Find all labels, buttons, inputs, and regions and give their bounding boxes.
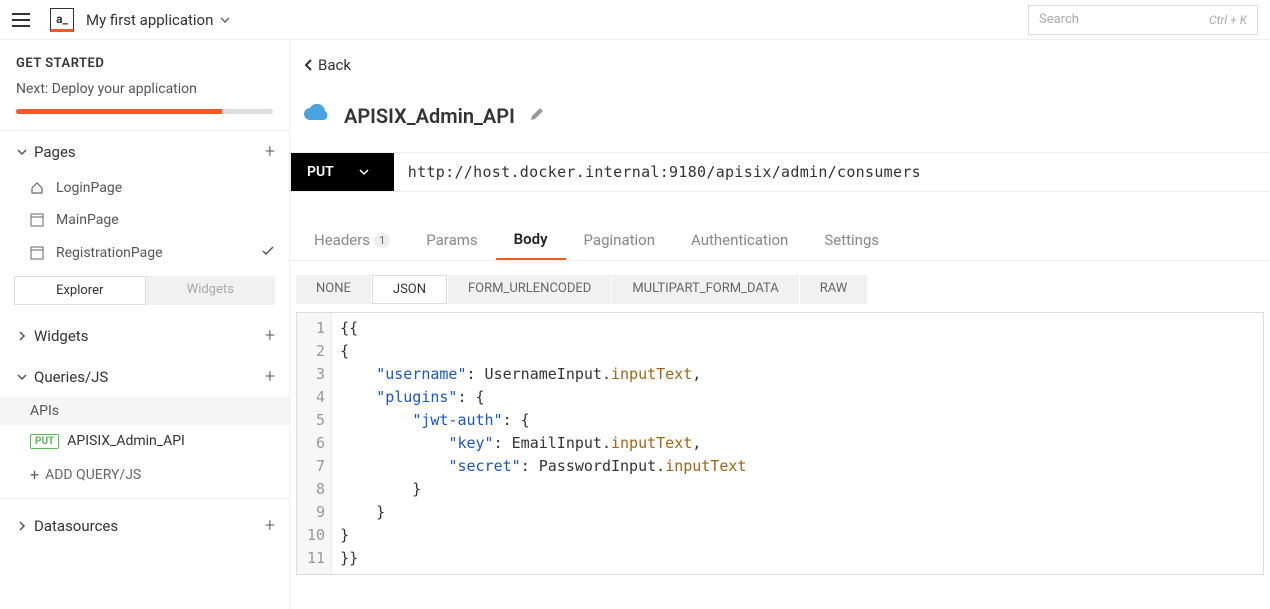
request-row: PUT http://host.docker.internal:9180/api… bbox=[290, 152, 1270, 192]
add-widget-button[interactable]: + bbox=[265, 325, 275, 346]
url-input[interactable]: http://host.docker.internal:9180/apisix/… bbox=[394, 153, 1270, 191]
get-started-title: GET STARTED bbox=[16, 56, 273, 71]
tab-label: Settings bbox=[824, 231, 879, 249]
section-pages[interactable]: Pages + bbox=[0, 131, 289, 172]
plus-icon: + bbox=[30, 465, 39, 484]
method-selector[interactable]: PUT bbox=[291, 153, 394, 191]
chevron-down-icon bbox=[14, 146, 30, 158]
home-icon bbox=[30, 181, 48, 195]
get-started-next[interactable]: Next: Deploy your application bbox=[16, 81, 273, 97]
tab-widgets[interactable]: Widgets bbox=[146, 276, 276, 305]
back-button[interactable]: Back bbox=[296, 56, 1270, 90]
app-selector[interactable]: My first application bbox=[86, 11, 231, 29]
body-tab-none[interactable]: NONE bbox=[296, 275, 371, 304]
menu-icon[interactable] bbox=[12, 9, 38, 31]
body-tab-json[interactable]: JSON bbox=[372, 275, 447, 304]
request-tabs: Headers 1 Params Body Pagination Authent… bbox=[290, 220, 1270, 261]
chevron-down-icon bbox=[358, 166, 370, 178]
chevron-right-icon bbox=[14, 330, 30, 342]
query-item-apisix[interactable]: PUT APISIX_Admin_API bbox=[0, 425, 289, 457]
method-badge: PUT bbox=[30, 434, 59, 449]
chevron-right-icon bbox=[14, 520, 30, 532]
page-label: LoginPage bbox=[56, 180, 122, 196]
section-widgets-label: Widgets bbox=[34, 327, 265, 345]
back-label: Back bbox=[318, 56, 351, 74]
page-label: MainPage bbox=[56, 212, 119, 228]
tab-count: 1 bbox=[374, 233, 390, 248]
tab-explorer[interactable]: Explorer bbox=[14, 276, 146, 305]
page-icon bbox=[30, 246, 48, 260]
body-tab-form[interactable]: FORM_URLENCODED bbox=[448, 275, 611, 304]
tab-label: Headers bbox=[314, 231, 370, 249]
content-area: Back APISIX_Admin_API PUT http://host.do… bbox=[290, 40, 1270, 609]
tab-settings[interactable]: Settings bbox=[806, 220, 897, 260]
method-label: PUT bbox=[307, 164, 334, 180]
check-icon bbox=[261, 244, 275, 262]
body-tab-multipart[interactable]: MULTIPART_FORM_DATA bbox=[612, 275, 798, 304]
section-queries-label: Queries/JS bbox=[34, 368, 265, 386]
page-item-main[interactable]: MainPage bbox=[0, 204, 289, 236]
query-group-apis[interactable]: APIs bbox=[0, 397, 289, 425]
tab-label: Pagination bbox=[584, 231, 655, 249]
add-page-button[interactable]: + bbox=[265, 141, 275, 162]
section-queries[interactable]: Queries/JS + bbox=[0, 356, 289, 397]
chevron-down-icon bbox=[219, 14, 231, 26]
page-label: RegistrationPage bbox=[56, 245, 163, 261]
edit-icon[interactable] bbox=[529, 106, 545, 126]
body-type-tabs: NONE JSON FORM_URLENCODED MULTIPART_FORM… bbox=[296, 275, 1264, 304]
topbar: a_ My first application Search Ctrl + K bbox=[0, 0, 1270, 40]
code-editor[interactable]: 1234567891011 {{ { "username": UsernameI… bbox=[296, 312, 1264, 575]
code-content[interactable]: {{ { "username": UsernameInput.inputText… bbox=[332, 313, 754, 574]
search-shortcut-hint: Ctrl + K bbox=[1209, 13, 1247, 27]
add-query-label: ADD QUERY/JS bbox=[45, 467, 141, 483]
section-datasources-label: Datasources bbox=[34, 517, 265, 535]
tab-label: Params bbox=[426, 231, 477, 249]
progress-bar bbox=[16, 109, 273, 114]
app-name-label: My first application bbox=[86, 11, 213, 29]
tab-label: Authentication bbox=[691, 231, 788, 249]
tab-params[interactable]: Params bbox=[408, 220, 495, 260]
tab-pagination[interactable]: Pagination bbox=[566, 220, 673, 260]
sidebar: GET STARTED Next: Deploy your applicatio… bbox=[0, 40, 290, 609]
page-title: APISIX_Admin_API bbox=[344, 104, 515, 128]
section-pages-label: Pages bbox=[34, 143, 265, 161]
chevron-down-icon bbox=[14, 371, 30, 383]
section-widgets[interactable]: Widgets + bbox=[0, 315, 289, 356]
tab-authentication[interactable]: Authentication bbox=[673, 220, 806, 260]
page-item-login[interactable]: LoginPage bbox=[0, 172, 289, 204]
tab-label: Body bbox=[514, 230, 548, 248]
query-name: APISIX_Admin_API bbox=[67, 433, 185, 449]
section-datasources[interactable]: Datasources + bbox=[0, 505, 289, 546]
add-query-button[interactable]: + bbox=[265, 366, 275, 387]
tab-headers[interactable]: Headers 1 bbox=[296, 220, 408, 260]
progress-fill bbox=[16, 109, 222, 114]
search-input[interactable]: Search Ctrl + K bbox=[1028, 5, 1258, 35]
tab-body[interactable]: Body bbox=[496, 220, 566, 260]
page-icon bbox=[30, 213, 48, 227]
get-started-panel: GET STARTED Next: Deploy your applicatio… bbox=[0, 40, 289, 131]
page-item-registration[interactable]: RegistrationPage bbox=[0, 236, 289, 270]
search-placeholder: Search bbox=[1039, 12, 1079, 27]
chevron-left-icon bbox=[302, 58, 316, 72]
line-gutter: 1234567891011 bbox=[297, 313, 332, 574]
body-tab-raw[interactable]: RAW bbox=[800, 275, 868, 304]
cloud-icon bbox=[302, 104, 330, 128]
explorer-widgets-tabs: Explorer Widgets bbox=[14, 276, 275, 305]
add-query-js-button[interactable]: + ADD QUERY/JS bbox=[0, 457, 289, 492]
add-datasource-button[interactable]: + bbox=[265, 515, 275, 536]
app-logo: a_ bbox=[50, 8, 74, 32]
